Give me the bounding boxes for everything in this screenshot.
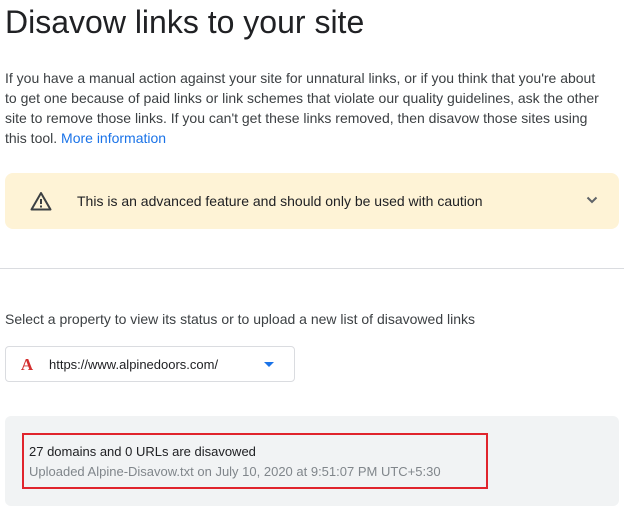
disavow-summary: 27 domains and 0 URLs are disavowed: [29, 444, 256, 459]
selected-property-url: https://www.alpinedoors.com/: [49, 357, 219, 372]
disavow-status-panel: 27 domains and 0 URLs are disavowed Uplo…: [5, 416, 619, 506]
section-divider: [0, 268, 624, 269]
caution-banner[interactable]: This is an advanced feature and should o…: [5, 173, 619, 229]
site-favicon-icon: A: [20, 355, 34, 374]
intro-paragraph: If you have a manual action against your…: [5, 68, 605, 148]
dropdown-arrow-icon[interactable]: [264, 362, 274, 367]
page-title: Disavow links to your site: [5, 4, 365, 40]
disavow-page: Disavow links to your site If you have a…: [0, 0, 624, 516]
more-information-link[interactable]: More information: [61, 130, 166, 146]
property-dropdown[interactable]: A https://www.alpinedoors.com/: [5, 346, 295, 382]
chevron-down-icon[interactable]: [585, 193, 599, 207]
caution-text: This is an advanced feature and should o…: [77, 193, 483, 209]
upload-info: Uploaded Alpine-Disavow.txt on July 10, …: [29, 464, 441, 479]
property-select-label: Select a property to view its status or …: [5, 311, 476, 327]
warning-triangle-icon: [30, 192, 52, 211]
